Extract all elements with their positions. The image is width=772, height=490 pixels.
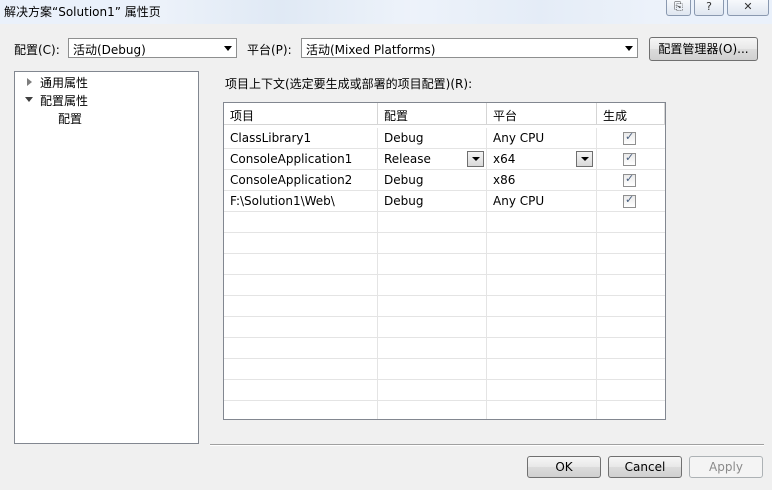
project-name: F:\Solution1\Web\ (230, 194, 335, 208)
platform-dropdown-button[interactable] (576, 151, 593, 167)
column-header-label: 配置 (384, 109, 409, 123)
build-checkbox[interactable] (623, 193, 636, 208)
build-cell (597, 191, 665, 212)
empty-row (224, 275, 665, 296)
empty-row (224, 401, 665, 419)
close-icon[interactable]: ✕ (727, 0, 769, 16)
tree-item-common-properties[interactable]: 通用属性 (40, 74, 88, 91)
platform-value: x64 (493, 152, 516, 166)
build-checkbox[interactable] (623, 130, 636, 145)
tree-item-config-properties[interactable]: 配置属性 (40, 92, 88, 109)
column-header-label: 项目 (230, 109, 255, 123)
empty-row (224, 317, 665, 338)
build-cell (597, 128, 665, 149)
config-cell[interactable]: Release (378, 149, 487, 170)
config-cell[interactable]: Debug (378, 170, 487, 191)
footer-separator (210, 444, 764, 446)
collapse-arrow-icon[interactable] (25, 97, 33, 102)
config-label: 配置(C): (14, 43, 60, 57)
project-name: ConsoleApplication2 (230, 173, 353, 187)
project-config-grid: 项目 配置 平台 生成 ClassLibrary1 Debug Any CPU … (223, 102, 666, 420)
config-cell[interactable]: Debug (378, 191, 487, 212)
platform-cell[interactable]: x86 (487, 170, 597, 191)
platform-value: Any CPU (493, 194, 545, 208)
config-dropdown-button[interactable] (467, 151, 484, 167)
title-bar-background (150, 0, 670, 24)
column-header-build[interactable]: 生成 (597, 103, 665, 125)
platform-label: 平台(P): (247, 43, 292, 57)
project-cell: ConsoleApplication1 (224, 149, 378, 170)
cancel-button[interactable]: Cancel (608, 456, 682, 478)
build-checkbox[interactable] (623, 172, 636, 187)
project-cell: ClassLibrary1 (224, 128, 378, 149)
config-cell[interactable]: Debug (378, 128, 487, 149)
config-value: Release (384, 152, 431, 166)
table-row[interactable]: ClassLibrary1 Debug Any CPU (224, 128, 665, 149)
category-tree: 通用属性 配置属性 配置 (14, 71, 199, 444)
window-title: 解决方案“Solution1” 属性页 (4, 5, 161, 19)
column-header-project[interactable]: 项目 (224, 103, 378, 125)
column-header-label: 生成 (603, 109, 628, 123)
platform-select[interactable]: 活动(Mixed Platforms) (301, 38, 638, 58)
table-row[interactable]: ConsoleApplication2 Debug x86 (224, 170, 665, 191)
tree-item-configuration[interactable]: 配置 (58, 110, 82, 127)
build-checkbox[interactable] (623, 151, 636, 166)
table-row[interactable]: F:\Solution1\Web\ Debug Any CPU (224, 191, 665, 212)
platform-cell[interactable]: x64 (487, 149, 597, 170)
config-select-value: 活动(Debug) (73, 43, 146, 57)
platform-cell[interactable]: Any CPU (487, 128, 597, 149)
help-icon[interactable]: ? (694, 0, 724, 16)
grid-caption: 项目上下文(选定要生成或部署的项目配置)(R): (225, 77, 473, 91)
platform-select-value: 活动(Mixed Platforms) (306, 43, 436, 57)
empty-row (224, 338, 665, 359)
chevron-down-icon (625, 46, 633, 51)
table-row[interactable]: ConsoleApplication1 Release x64 (224, 149, 665, 170)
apply-button[interactable]: Apply (689, 456, 763, 478)
platform-value: Any CPU (493, 131, 545, 145)
expand-arrow-icon[interactable] (27, 78, 32, 86)
platform-cell[interactable]: Any CPU (487, 191, 597, 212)
config-value: Debug (384, 173, 424, 187)
config-value: Debug (384, 194, 424, 208)
ok-button[interactable]: OK (527, 456, 601, 478)
project-cell: ConsoleApplication2 (224, 170, 378, 191)
column-header-label: 平台 (493, 109, 518, 123)
config-value: Debug (384, 131, 424, 145)
empty-row (224, 380, 665, 401)
project-name: ConsoleApplication1 (230, 152, 353, 166)
empty-row (224, 212, 665, 233)
build-cell (597, 170, 665, 191)
build-cell (597, 149, 665, 170)
project-cell: F:\Solution1\Web\ (224, 191, 378, 212)
empty-row (224, 254, 665, 275)
empty-row (224, 296, 665, 317)
chevron-down-icon (224, 46, 232, 51)
empty-row (224, 359, 665, 380)
column-header-config[interactable]: 配置 (378, 103, 487, 125)
project-name: ClassLibrary1 (230, 131, 312, 145)
platform-value: x86 (493, 173, 516, 187)
column-header-platform[interactable]: 平台 (487, 103, 597, 125)
empty-row (224, 233, 665, 254)
config-manager-button[interactable]: 配置管理器(O)... (649, 37, 758, 61)
restore-icon[interactable]: ⎘ (666, 0, 691, 16)
title-bar: 解决方案“Solution1” 属性页 ⎘ ? ✕ (0, 0, 772, 24)
config-select[interactable]: 活动(Debug) (68, 38, 237, 58)
